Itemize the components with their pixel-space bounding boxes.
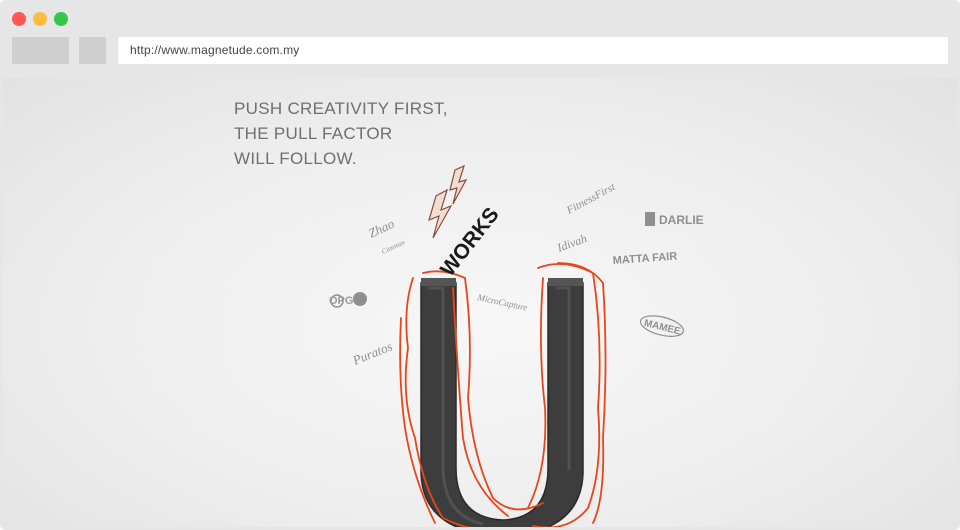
logo-darlie: DARLIE <box>645 212 704 227</box>
svg-text:OPG: OPG <box>329 295 353 307</box>
lightning-bolt-icon <box>428 164 468 239</box>
close-window-button[interactable] <box>12 12 26 26</box>
svg-text:MicroCapture: MicroCapture <box>476 292 529 313</box>
forward-button[interactable] <box>79 37 106 64</box>
svg-text:MATTA FAIR: MATTA FAIR <box>612 251 677 267</box>
browser-window: http://www.magnetude.com.my PUSH CREATIV… <box>0 0 960 530</box>
svg-text:MAMEE: MAMEE <box>643 318 682 338</box>
back-button[interactable] <box>12 37 69 64</box>
logo-fitness-first: FitnessFirst <box>564 181 618 217</box>
page-content: PUSH CREATIVITY FIRST, THE PULL FACTOR W… <box>3 78 957 527</box>
logo-idivah: Idivah <box>554 231 589 255</box>
logo-zhao: Zhao <box>366 216 397 241</box>
svg-text:Cinemas: Cinemas <box>380 238 406 256</box>
svg-text:DARLIE: DARLIE <box>659 213 704 227</box>
svg-text:FitnessFirst: FitnessFirst <box>564 181 618 217</box>
address-bar[interactable]: http://www.magnetude.com.my <box>118 37 948 64</box>
svg-text:Puratos: Puratos <box>350 338 395 368</box>
magnet-illustration: WORKS Zhao Cinemas OPG Puratos FitnessFi… <box>329 164 704 527</box>
logo-opg: OPG <box>329 292 367 308</box>
logo-puratos: Puratos <box>350 338 395 368</box>
svg-text:Idivah: Idivah <box>554 231 589 255</box>
horseshoe-magnet[interactable] <box>420 278 584 527</box>
url-text: http://www.magnetude.com.my <box>130 43 300 57</box>
logo-matta-fair: MATTA FAIR <box>612 251 677 267</box>
minimize-window-button[interactable] <box>33 12 47 26</box>
svg-text:Zhao: Zhao <box>366 216 397 241</box>
browser-chrome: http://www.magnetude.com.my <box>0 0 960 78</box>
logo-cinemas: Cinemas <box>380 238 406 256</box>
maximize-window-button[interactable] <box>54 12 68 26</box>
logo-microcapture: MicroCapture <box>476 292 529 313</box>
logo-mamee: MAMEE <box>639 315 685 338</box>
